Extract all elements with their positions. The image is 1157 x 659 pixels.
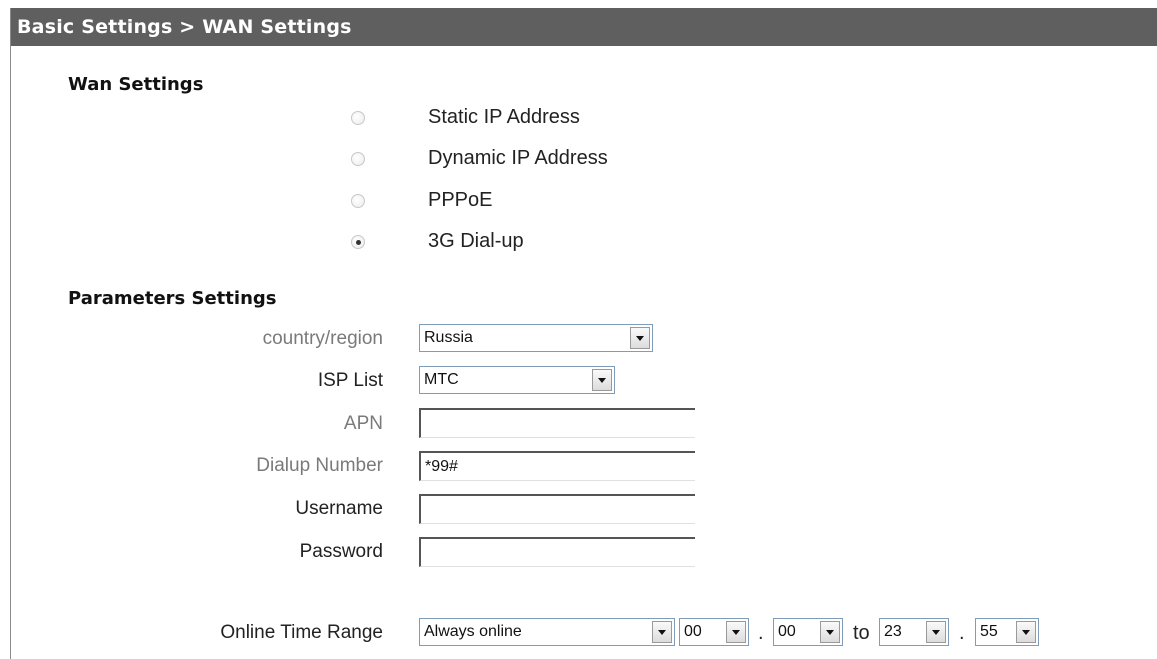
start-minute-select[interactable]: 00 bbox=[773, 618, 843, 646]
wan-settings-panel: Basic Settings > WAN Settings Wan Settin… bbox=[10, 8, 1157, 659]
dialup-number-value: *99# bbox=[425, 458, 458, 475]
wan-settings-title: Wan Settings bbox=[68, 74, 204, 95]
start-hour-value: 00 bbox=[684, 623, 702, 640]
radio-label: Static IP Address bbox=[428, 106, 580, 128]
isp-list-label: ISP List bbox=[317, 370, 383, 391]
username-label: Username bbox=[295, 498, 383, 519]
radio-button[interactable] bbox=[351, 194, 365, 208]
online-time-range-label: Online Time Range bbox=[220, 622, 383, 643]
chevron-down-icon[interactable] bbox=[726, 621, 746, 643]
online-mode-select[interactable]: Always online bbox=[419, 618, 675, 646]
dialup-number-label: Dialup Number bbox=[256, 455, 383, 476]
password-field[interactable] bbox=[419, 537, 695, 567]
isp-select[interactable]: MTC bbox=[419, 366, 615, 394]
apn-field[interactable] bbox=[419, 408, 695, 438]
apn-label: APN bbox=[343, 413, 383, 434]
country-select[interactable]: Russia bbox=[419, 324, 653, 352]
isp-value: MTC bbox=[424, 371, 459, 388]
chevron-down-icon[interactable] bbox=[926, 621, 946, 643]
end-hour-select[interactable]: 23 bbox=[879, 618, 949, 646]
to-label: to bbox=[853, 622, 870, 644]
radio-label: 3G Dial-up bbox=[428, 230, 524, 252]
start-minute-value: 00 bbox=[778, 623, 796, 640]
end-hour-value: 23 bbox=[884, 623, 902, 640]
time-separator: . bbox=[959, 622, 965, 644]
breadcrumb: Basic Settings > WAN Settings bbox=[11, 8, 1157, 46]
radio-button[interactable] bbox=[351, 235, 365, 249]
start-hour-select[interactable]: 00 bbox=[679, 618, 749, 646]
radio-label: PPPoE bbox=[428, 189, 493, 211]
chevron-down-icon[interactable] bbox=[630, 327, 650, 349]
chevron-down-icon[interactable] bbox=[652, 621, 672, 643]
country-label: country/region bbox=[262, 328, 383, 349]
radio-button[interactable] bbox=[351, 111, 365, 125]
country-value: Russia bbox=[424, 329, 473, 346]
radio-label: Dynamic IP Address bbox=[428, 147, 608, 169]
password-label: Password bbox=[299, 541, 383, 562]
chevron-down-icon[interactable] bbox=[592, 369, 612, 391]
chevron-down-icon[interactable] bbox=[1016, 621, 1036, 643]
parameters-settings-title: Parameters Settings bbox=[68, 288, 277, 309]
dialup-number-field[interactable]: *99# bbox=[419, 451, 695, 481]
online-mode-value: Always online bbox=[424, 623, 522, 640]
radio-button[interactable] bbox=[351, 152, 365, 166]
chevron-down-icon[interactable] bbox=[820, 621, 840, 643]
end-minute-value: 55 bbox=[980, 623, 998, 640]
username-field[interactable] bbox=[419, 494, 695, 524]
time-separator: . bbox=[758, 622, 764, 644]
end-minute-select[interactable]: 55 bbox=[975, 618, 1039, 646]
